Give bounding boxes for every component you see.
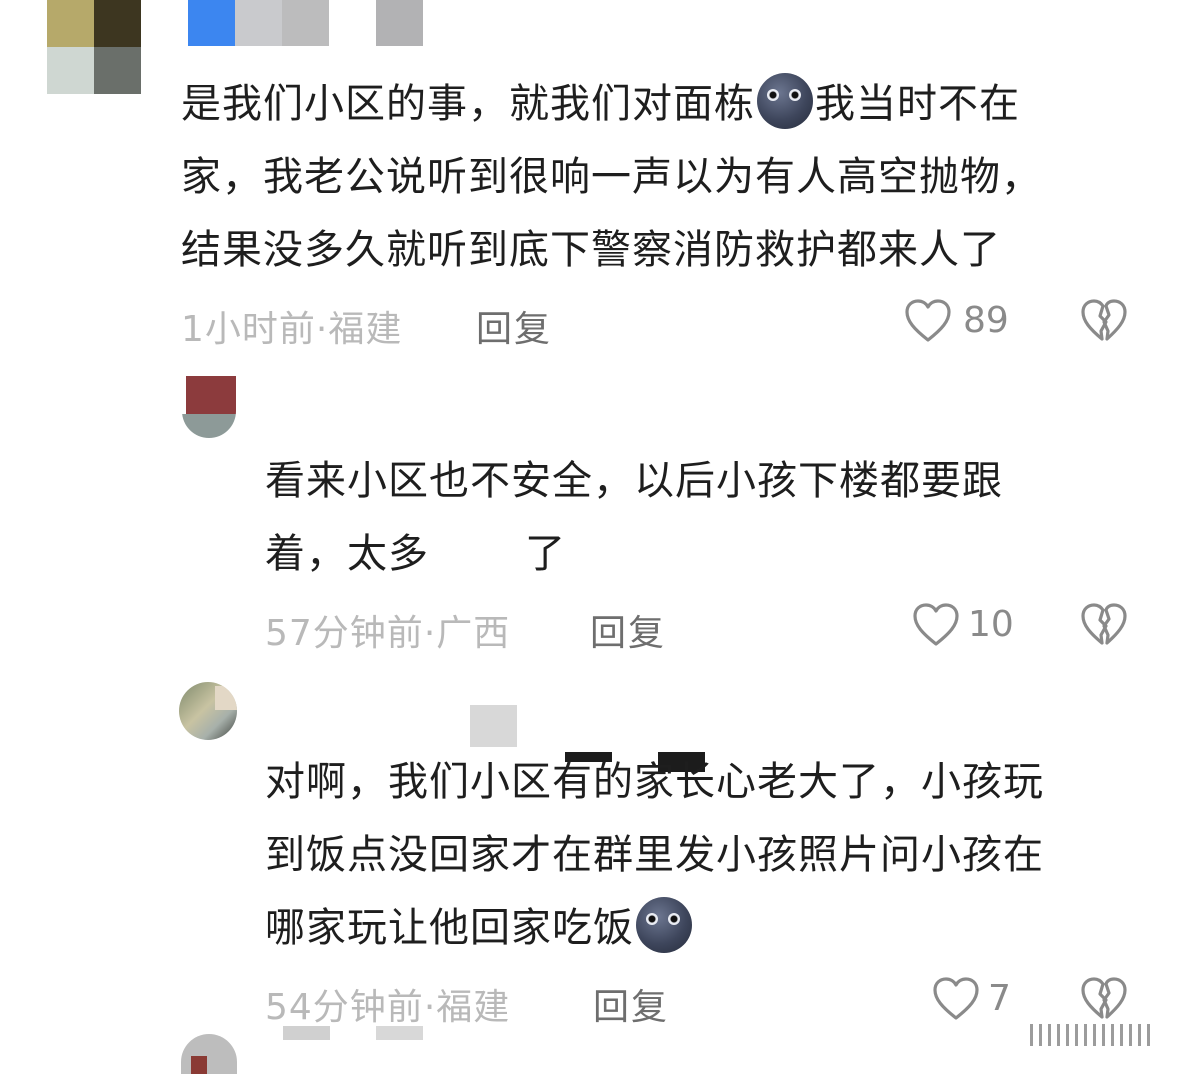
timestamp: 54分钟前 bbox=[265, 987, 424, 1028]
comment-meta: 1小时前·福建 bbox=[181, 309, 403, 350]
avatar[interactable] bbox=[181, 1034, 237, 1074]
like-count: 7 bbox=[988, 978, 1011, 1019]
heart-outline-icon[interactable] bbox=[912, 602, 960, 648]
timestamp: 1小时前 bbox=[181, 309, 316, 350]
avatar[interactable] bbox=[179, 682, 237, 740]
like-count: 10 bbox=[968, 604, 1014, 645]
new-moon-face-icon bbox=[636, 897, 692, 953]
comment-text: 看来小区也不安全，以后小孩下楼都要跟 着，太多了 bbox=[265, 458, 1003, 577]
reply-button[interactable]: 回复 bbox=[476, 300, 552, 352]
avatar[interactable] bbox=[47, 0, 141, 94]
timestamp: 57分钟前 bbox=[265, 613, 424, 654]
heart-outline-icon[interactable] bbox=[904, 298, 952, 344]
username-blurred[interactable] bbox=[470, 705, 517, 747]
username-blurred[interactable] bbox=[188, 0, 424, 47]
like-count: 89 bbox=[963, 300, 1009, 341]
comment-meta: 57分钟前·广西 bbox=[265, 613, 511, 654]
broken-heart-icon[interactable] bbox=[1080, 602, 1128, 648]
location: 福建 bbox=[328, 309, 403, 350]
broken-heart-icon[interactable] bbox=[1080, 976, 1128, 1022]
username-blurred[interactable] bbox=[376, 1026, 423, 1040]
location: 福建 bbox=[436, 987, 511, 1028]
new-moon-face-icon bbox=[757, 73, 813, 129]
comment-text: 对啊，我们小区有的家长心老大了，小孩玩 到饭点没回家才在群里发小孩照片问小孩在 … bbox=[265, 759, 1044, 953]
reply-button[interactable]: 回复 bbox=[590, 604, 666, 656]
comment-text: 是我们小区的事，就我们对面栋 我当时不在 家，我老公说听到很响一声以为有人高空抛物… bbox=[181, 68, 1042, 287]
location: 广西 bbox=[436, 613, 511, 654]
heart-outline-icon[interactable] bbox=[932, 976, 980, 1022]
username-blurred[interactable] bbox=[283, 1026, 330, 1040]
reply-button[interactable]: 回复 bbox=[593, 978, 669, 1030]
watermark bbox=[1030, 1020, 1152, 1050]
comment-meta: 54分钟前·福建 bbox=[265, 987, 511, 1028]
avatar[interactable] bbox=[182, 376, 236, 438]
broken-heart-icon[interactable] bbox=[1080, 298, 1128, 344]
